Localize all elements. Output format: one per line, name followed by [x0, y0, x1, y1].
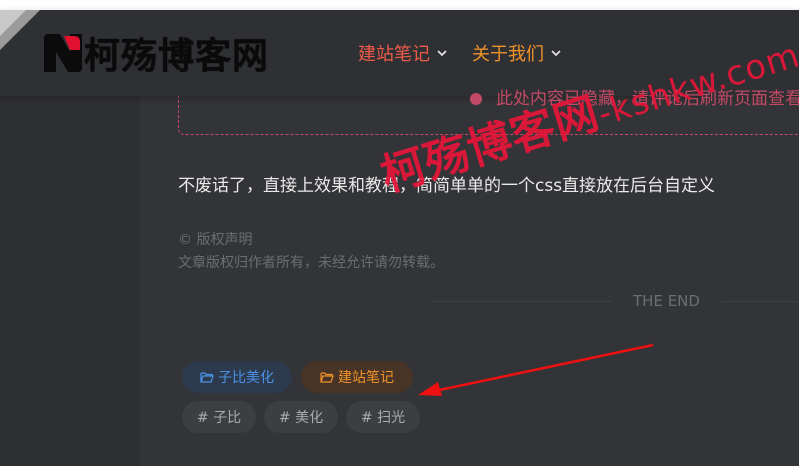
- annotation-arrow: [418, 343, 654, 396]
